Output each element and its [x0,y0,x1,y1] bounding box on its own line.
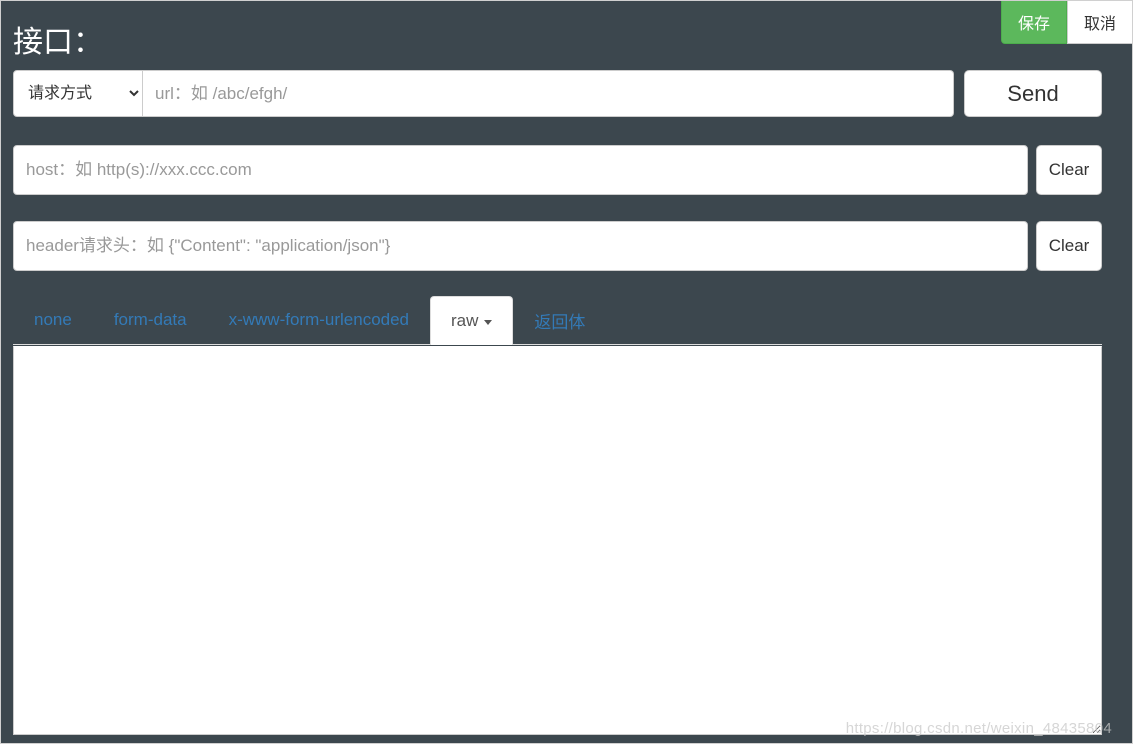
host-clear-button[interactable]: Clear [1036,145,1102,195]
tab-response[interactable]: 返回体 [513,295,606,344]
tab-form-data[interactable]: form-data [93,295,208,344]
header-row: Clear [13,221,1102,271]
tab-label: raw [451,311,478,331]
tab-label: x-www-form-urlencoded [229,310,409,330]
method-select[interactable]: 请求方式GETPOSTPUTDELETE [13,70,143,117]
body-tabs: none form-data x-www-form-urlencoded raw 返回体 [13,295,1102,345]
caret-down-icon [484,320,492,325]
send-button[interactable]: Send [964,70,1102,117]
host-row: Clear [13,145,1102,195]
body-textarea[interactable] [13,346,1102,735]
header-buttons: 保存 取消 [1001,1,1132,44]
tab-x-www-form-urlencoded[interactable]: x-www-form-urlencoded [208,295,430,344]
tab-label: 返回体 [534,308,585,333]
tab-label: none [34,310,72,330]
method-url-row: 请求方式GETPOSTPUTDELETE Send [13,70,1102,117]
body-area [13,346,1102,735]
page-title: 接口： [13,25,103,61]
tab-raw[interactable]: raw [430,296,513,345]
cancel-button[interactable]: 取消 [1067,1,1132,44]
tab-none[interactable]: none [13,295,93,344]
tab-label: form-data [114,310,187,330]
url-input[interactable] [143,70,954,117]
host-input[interactable] [13,145,1028,195]
header-clear-button[interactable]: Clear [1036,221,1102,271]
api-editor-panel: 保存 取消 接口： 请求方式GETPOSTPUTDELETE Send Clea… [0,0,1133,744]
save-button[interactable]: 保存 [1001,1,1067,44]
header-input[interactable] [13,221,1028,271]
